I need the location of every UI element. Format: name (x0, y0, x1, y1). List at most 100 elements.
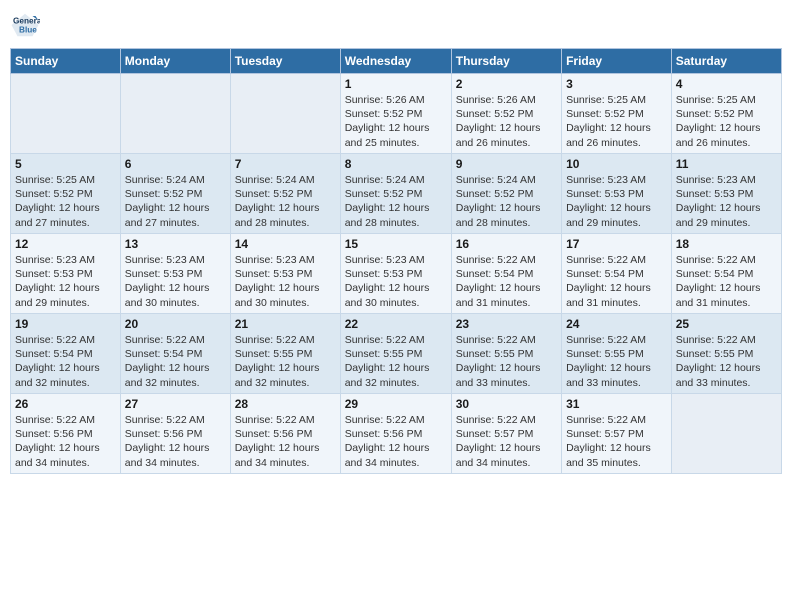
day-info: Sunrise: 5:25 AM Sunset: 5:52 PM Dayligh… (676, 93, 777, 150)
header-row: SundayMondayTuesdayWednesdayThursdayFrid… (11, 49, 782, 74)
day-cell: 9 Sunrise: 5:24 AM Sunset: 5:52 PM Daylig… (451, 154, 561, 234)
day-info: Sunrise: 5:24 AM Sunset: 5:52 PM Dayligh… (456, 173, 557, 230)
day-info: Sunrise: 5:24 AM Sunset: 5:52 PM Dayligh… (125, 173, 226, 230)
header-cell-saturday: Saturday (671, 49, 781, 74)
week-row-1: 1 Sunrise: 5:26 AM Sunset: 5:52 PM Daylig… (11, 74, 782, 154)
week-row-5: 26 Sunrise: 5:22 AM Sunset: 5:56 PM Dayli… (11, 394, 782, 474)
day-info: Sunrise: 5:22 AM Sunset: 5:54 PM Dayligh… (566, 253, 667, 310)
day-info: Sunrise: 5:22 AM Sunset: 5:55 PM Dayligh… (456, 333, 557, 390)
logo: General Blue (10, 10, 44, 40)
day-number: 1 (345, 77, 447, 91)
day-number: 20 (125, 317, 226, 331)
day-cell: 11Sunrise: 5:23 AM Sunset: 5:53 PM Dayli… (671, 154, 781, 234)
day-number: 3 (566, 77, 667, 91)
day-number: 23 (456, 317, 557, 331)
day-number: 26 (15, 397, 116, 411)
day-number: 6 (125, 157, 226, 171)
day-info: Sunrise: 5:24 AM Sunset: 5:52 PM Dayligh… (235, 173, 336, 230)
day-info: Sunrise: 5:22 AM Sunset: 5:57 PM Dayligh… (456, 413, 557, 470)
day-info: Sunrise: 5:26 AM Sunset: 5:52 PM Dayligh… (345, 93, 447, 150)
header-cell-sunday: Sunday (11, 49, 121, 74)
header-cell-friday: Friday (562, 49, 672, 74)
day-cell: 19Sunrise: 5:22 AM Sunset: 5:54 PM Dayli… (11, 314, 121, 394)
day-cell: 23 Sunrise: 5:22 AM Sunset: 5:55 PM Dayli… (451, 314, 561, 394)
week-row-4: 19 Sunrise: 5:22 AM Sunset: 5:54 PM Dayli… (11, 314, 782, 394)
day-number: 19 (15, 317, 116, 331)
day-number: 28 (235, 397, 336, 411)
day-cell: 16 Sunrise: 5:22 AM Sunset: 5:54 PM Dayli… (451, 234, 561, 314)
day-number: 12 (15, 237, 116, 251)
day-cell: 26 Sunrise: 5:22 AM Sunset: 5:56 PM Dayli… (11, 394, 121, 474)
header-cell-monday: Monday (120, 49, 230, 74)
day-cell: 14 Sunrise: 5:23 AM Sunset: 5:53 PM Dayli… (230, 234, 340, 314)
day-cell: 17Sunrise: 5:22 AM Sunset: 5:54 PM Dayli… (562, 234, 672, 314)
day-info: Sunrise: 5:23 AM Sunset: 5:53 PM Dayligh… (676, 173, 777, 230)
day-cell: 24Sunrise: 5:22 AM Sunset: 5:55 PM Dayli… (562, 314, 672, 394)
day-number: 2 (456, 77, 557, 91)
day-number: 27 (125, 397, 226, 411)
day-info: Sunrise: 5:25 AM Sunset: 5:52 PM Dayligh… (15, 173, 116, 230)
day-cell (11, 74, 121, 154)
header-cell-thursday: Thursday (451, 49, 561, 74)
day-info: Sunrise: 5:22 AM Sunset: 5:57 PM Dayligh… (566, 413, 667, 470)
day-info: Sunrise: 5:23 AM Sunset: 5:53 PM Dayligh… (345, 253, 447, 310)
day-cell: 4 Sunrise: 5:25 AM Sunset: 5:52 PM Daylig… (671, 74, 781, 154)
day-info: Sunrise: 5:22 AM Sunset: 5:54 PM Dayligh… (676, 253, 777, 310)
day-cell: 1 Sunrise: 5:26 AM Sunset: 5:52 PM Daylig… (340, 74, 451, 154)
day-number: 7 (235, 157, 336, 171)
day-info: Sunrise: 5:22 AM Sunset: 5:54 PM Dayligh… (456, 253, 557, 310)
day-number: 31 (566, 397, 667, 411)
week-row-3: 12 Sunrise: 5:23 AM Sunset: 5:53 PM Dayli… (11, 234, 782, 314)
day-info: Sunrise: 5:22 AM Sunset: 5:56 PM Dayligh… (345, 413, 447, 470)
day-info: Sunrise: 5:22 AM Sunset: 5:55 PM Dayligh… (676, 333, 777, 390)
page-header: General Blue (10, 10, 782, 40)
day-cell: 25 Sunrise: 5:22 AM Sunset: 5:55 PM Dayli… (671, 314, 781, 394)
day-info: Sunrise: 5:23 AM Sunset: 5:53 PM Dayligh… (235, 253, 336, 310)
day-cell: 2Sunrise: 5:26 AM Sunset: 5:52 PM Daylig… (451, 74, 561, 154)
day-info: Sunrise: 5:23 AM Sunset: 5:53 PM Dayligh… (125, 253, 226, 310)
day-info: Sunrise: 5:22 AM Sunset: 5:56 PM Dayligh… (125, 413, 226, 470)
day-info: Sunrise: 5:22 AM Sunset: 5:55 PM Dayligh… (345, 333, 447, 390)
day-info: Sunrise: 5:23 AM Sunset: 5:53 PM Dayligh… (15, 253, 116, 310)
day-cell: 30 Sunrise: 5:22 AM Sunset: 5:57 PM Dayli… (451, 394, 561, 474)
day-number: 21 (235, 317, 336, 331)
day-number: 9 (456, 157, 557, 171)
day-cell: 13 Sunrise: 5:23 AM Sunset: 5:53 PM Dayli… (120, 234, 230, 314)
day-info: Sunrise: 5:22 AM Sunset: 5:55 PM Dayligh… (235, 333, 336, 390)
day-cell: 15 Sunrise: 5:23 AM Sunset: 5:53 PM Dayli… (340, 234, 451, 314)
day-number: 29 (345, 397, 447, 411)
day-number: 14 (235, 237, 336, 251)
day-cell (230, 74, 340, 154)
day-number: 25 (676, 317, 777, 331)
week-row-2: 5Sunrise: 5:25 AM Sunset: 5:52 PM Daylig… (11, 154, 782, 234)
day-cell (671, 394, 781, 474)
day-cell: 8 Sunrise: 5:24 AM Sunset: 5:52 PM Daylig… (340, 154, 451, 234)
day-cell: 31 Sunrise: 5:22 AM Sunset: 5:57 PM Dayli… (562, 394, 672, 474)
day-number: 8 (345, 157, 447, 171)
day-info: Sunrise: 5:22 AM Sunset: 5:55 PM Dayligh… (566, 333, 667, 390)
day-info: Sunrise: 5:23 AM Sunset: 5:53 PM Dayligh… (566, 173, 667, 230)
day-cell: 27 Sunrise: 5:22 AM Sunset: 5:56 PM Dayli… (120, 394, 230, 474)
day-info: Sunrise: 5:24 AM Sunset: 5:52 PM Dayligh… (345, 173, 447, 230)
day-cell: 29 Sunrise: 5:22 AM Sunset: 5:56 PM Dayli… (340, 394, 451, 474)
day-info: Sunrise: 5:22 AM Sunset: 5:56 PM Dayligh… (235, 413, 336, 470)
day-number: 16 (456, 237, 557, 251)
day-number: 30 (456, 397, 557, 411)
day-number: 22 (345, 317, 447, 331)
day-cell: 28 Sunrise: 5:22 AM Sunset: 5:56 PM Dayli… (230, 394, 340, 474)
day-info: Sunrise: 5:25 AM Sunset: 5:52 PM Dayligh… (566, 93, 667, 150)
day-cell: 5Sunrise: 5:25 AM Sunset: 5:52 PM Daylig… (11, 154, 121, 234)
day-cell: 18 Sunrise: 5:22 AM Sunset: 5:54 PM Dayli… (671, 234, 781, 314)
day-number: 18 (676, 237, 777, 251)
day-number: 4 (676, 77, 777, 91)
day-cell: 12 Sunrise: 5:23 AM Sunset: 5:53 PM Dayli… (11, 234, 121, 314)
day-number: 13 (125, 237, 226, 251)
day-info: Sunrise: 5:22 AM Sunset: 5:54 PM Dayligh… (125, 333, 226, 390)
day-number: 10 (566, 157, 667, 171)
day-info: Sunrise: 5:22 AM Sunset: 5:56 PM Dayligh… (15, 413, 116, 470)
day-cell: 7 Sunrise: 5:24 AM Sunset: 5:52 PM Daylig… (230, 154, 340, 234)
header-cell-tuesday: Tuesday (230, 49, 340, 74)
day-cell: 10 Sunrise: 5:23 AM Sunset: 5:53 PM Dayli… (562, 154, 672, 234)
day-number: 15 (345, 237, 447, 251)
day-cell: 6 Sunrise: 5:24 AM Sunset: 5:52 PM Daylig… (120, 154, 230, 234)
